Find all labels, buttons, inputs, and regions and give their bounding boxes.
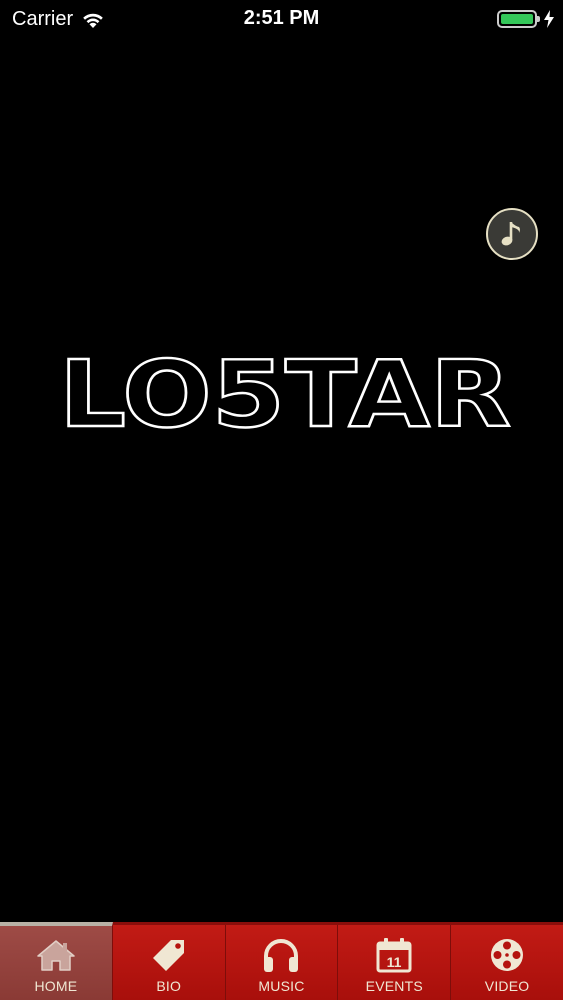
status-bar: Carrier 2:51 PM [0, 0, 563, 40]
tab-bio-label: BIO [156, 978, 182, 994]
status-time: 2:51 PM [243, 7, 320, 29]
artist-logo-text: LO5TAR [59, 350, 511, 440]
film-reel-icon [491, 939, 524, 971]
tab-music-label: MUSIC [258, 978, 305, 994]
bottom-tab-bar: HOME BIO MUSIC 11 EVENTS VIDEO [0, 922, 563, 1000]
home-icon [37, 940, 75, 971]
artist-logo: LO5TAR [58, 350, 512, 440]
tab-video-label: VIDEO [484, 978, 530, 994]
tab-home-label: HOME [34, 978, 78, 994]
tab-events[interactable]: 11 EVENTS [338, 925, 452, 1000]
tab-music[interactable]: MUSIC [225, 925, 339, 1000]
charging-bolt-icon [544, 10, 554, 28]
music-toggle-button[interactable] [486, 208, 538, 260]
music-note-icon [501, 222, 520, 246]
battery-icon [497, 10, 540, 28]
tab-home[interactable]: HOME [0, 922, 113, 1000]
tab-video[interactable]: VIDEO [451, 925, 563, 1000]
tab-bio[interactable]: BIO [112, 925, 226, 1000]
tab-events-label: EVENTS [365, 978, 423, 994]
calendar-day-number: 11 [387, 954, 402, 970]
headphones-icon [264, 939, 299, 972]
tag-icon [152, 940, 184, 971]
calendar-icon: 11 [376, 938, 412, 973]
